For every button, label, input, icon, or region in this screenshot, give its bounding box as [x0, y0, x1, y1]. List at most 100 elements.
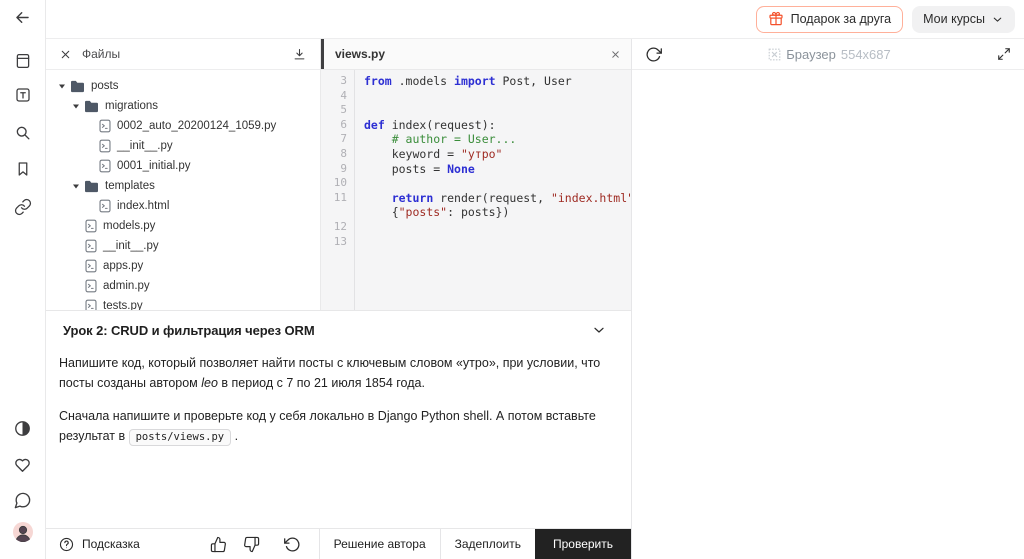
editor-tab-bar: views.py — [321, 39, 631, 70]
tree-item-label: tests.py — [103, 300, 143, 310]
tree-folder-row[interactable]: templates — [46, 176, 320, 196]
link-icon — [14, 198, 31, 216]
search-icon — [16, 126, 30, 140]
favorites-button[interactable] — [0, 455, 45, 474]
close-icon — [612, 50, 619, 58]
bookmarks-button[interactable] — [0, 160, 45, 178]
contrast-icon — [15, 421, 30, 436]
tree-folder-row[interactable]: migrations — [46, 96, 320, 116]
tree-item-label: admin.py — [103, 280, 150, 292]
tree-file-row[interactable]: 0001_initial.py — [46, 156, 320, 176]
author-solution-button[interactable]: Решение автора — [318, 529, 440, 559]
links-button[interactable] — [0, 198, 45, 216]
caret-down-icon — [59, 84, 65, 89]
code-lines[interactable]: from .models import Post, User def index… — [355, 70, 631, 310]
file-icon — [85, 219, 97, 233]
collapse-task-button[interactable] — [591, 322, 607, 338]
gift-button[interactable]: Подарок за друга — [755, 5, 904, 33]
heart-icon — [15, 458, 30, 472]
chat-bubble-icon — [14, 492, 31, 509]
gift-button-label: Подарок за друга — [790, 12, 892, 26]
my-courses-label: Мои курсы — [923, 12, 985, 26]
profile-button[interactable] — [0, 522, 45, 542]
tree-item-label: apps.py — [103, 260, 144, 272]
task-paragraph: Напишите код, который позволяет найти по… — [59, 356, 601, 390]
folder-icon — [85, 180, 98, 192]
file-icon — [85, 259, 97, 273]
file-icon — [99, 199, 111, 213]
reset-icon — [283, 537, 300, 552]
book-icon — [16, 53, 29, 69]
tree-file-row[interactable]: 0002_auto_20200124_1059.py — [46, 116, 320, 136]
tree-file-row[interactable]: tests.py — [46, 296, 320, 310]
code-area[interactable]: 3 4 5 6 7 8 9 10 11 12 13 from .models import Pos… — [321, 70, 631, 310]
code-line: keyword = "утро" — [364, 146, 503, 161]
question-circle-icon — [59, 537, 74, 551]
gift-icon — [769, 11, 783, 26]
browser-panel: Браузер 554x687 — [631, 39, 1024, 559]
tree-folder-row[interactable]: posts — [46, 76, 320, 96]
deploy-button[interactable]: Задеплоить — [439, 529, 535, 559]
browser-label: Браузер — [786, 46, 836, 62]
file-panel-title: Файлы — [82, 47, 121, 61]
check-button[interactable]: Проверить — [534, 529, 631, 559]
browser-refresh-button[interactable] — [645, 46, 662, 63]
tree-item-label: posts — [91, 80, 119, 92]
tree-file-row[interactable]: admin.py — [46, 276, 320, 296]
my-courses-button[interactable]: Мои курсы — [912, 5, 1015, 33]
chevron-down-icon — [993, 17, 1002, 22]
tab-views-py[interactable]: views.py — [335, 47, 610, 61]
reset-code-button[interactable] — [276, 529, 309, 559]
top-bar: Подарок за друга Мои курсы — [46, 0, 1024, 39]
folder-icon — [85, 100, 98, 112]
tree-file-row[interactable]: apps.py — [46, 256, 320, 276]
chat-button[interactable] — [0, 491, 45, 510]
code-line: return render(request, "index.html", — [391, 190, 631, 205]
theme-toggle-button[interactable] — [0, 419, 45, 438]
download-files-button[interactable] — [292, 47, 307, 62]
tree-item-label: migrations — [105, 100, 159, 112]
browser-expand-button[interactable] — [997, 47, 1011, 61]
hint-button[interactable]: Подсказка — [46, 529, 152, 559]
editor-panel: views.py 3 4 5 6 7 8 9 10 11 12 13 from .models i… — [321, 39, 631, 310]
tree-item-label: __init__.py — [117, 140, 173, 152]
dislike-button[interactable] — [235, 529, 268, 559]
browser-viewport[interactable] — [632, 70, 1024, 558]
tree-file-row[interactable]: index.html — [46, 196, 320, 216]
like-button[interactable] — [202, 529, 235, 559]
bottom-toolbar: Подсказка Решение автора Задеплоить Пров… — [46, 528, 631, 559]
tree-file-row[interactable]: __init__.py — [46, 236, 320, 256]
file-panel-header: Файлы — [46, 39, 320, 70]
folder-icon — [71, 80, 84, 92]
text-block-icon — [15, 88, 30, 102]
tree-item-label: 0001_initial.py — [117, 160, 191, 172]
task-panel: Урок 2: CRUD и фильтрация через ORM Напи… — [46, 310, 631, 528]
tree-file-row[interactable]: models.py — [46, 216, 320, 236]
arrow-left-icon — [16, 12, 29, 23]
browser-title: Браузер 554x687 — [662, 47, 997, 62]
thumbs-down-icon — [243, 536, 259, 552]
line-numbers: 3 4 5 6 7 8 9 10 11 12 13 — [321, 70, 355, 310]
back-button[interactable] — [0, 8, 45, 27]
browser-size: 554x687 — [840, 46, 891, 62]
bookmark-icon — [18, 162, 27, 176]
lesson-title: Урок 2: CRUD и фильтрация через ORM — [63, 322, 315, 338]
tree-file-row[interactable]: __init__.py — [46, 136, 320, 156]
search-button[interactable] — [0, 123, 45, 142]
expand-icon — [998, 48, 1010, 60]
caret-down-icon — [73, 184, 79, 189]
glossary-button[interactable] — [0, 86, 45, 104]
thumbs-up-icon — [210, 536, 226, 552]
lessons-button[interactable] — [0, 52, 45, 70]
close-files-button[interactable] — [59, 48, 72, 61]
download-icon — [294, 48, 305, 59]
file-panel: Файлы posts migrations 0002_auto_20200124_… — [46, 39, 321, 310]
browser-header: Браузер 554x687 — [632, 39, 1024, 70]
active-tab-indicator — [321, 39, 324, 69]
close-tab-button[interactable] — [610, 49, 621, 60]
